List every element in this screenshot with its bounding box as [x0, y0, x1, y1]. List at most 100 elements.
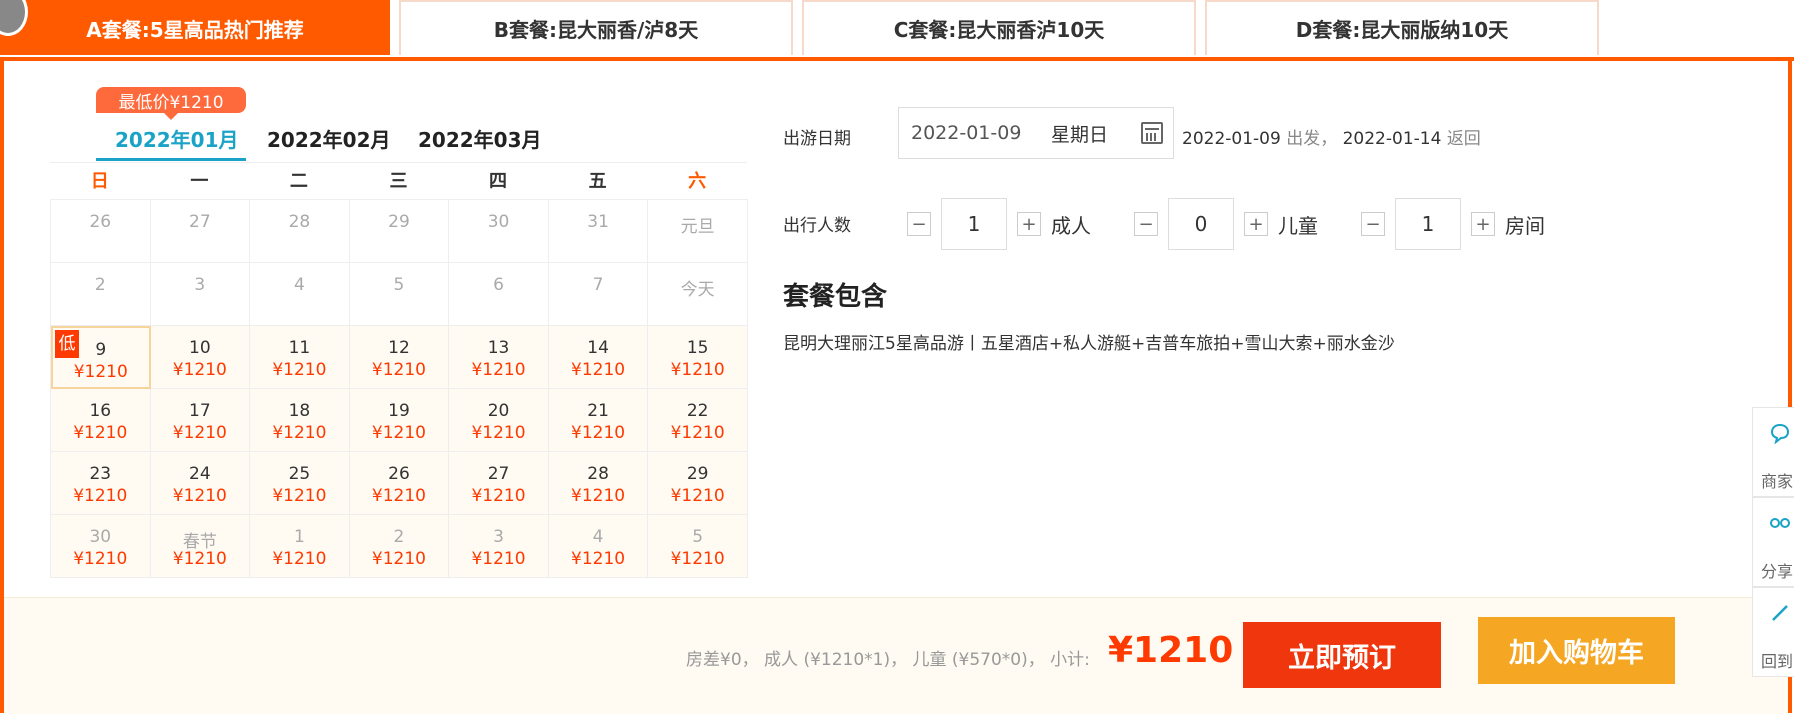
tab-package-d[interactable]: D套餐:昆大丽版纳10天 [1205, 0, 1599, 55]
calendar-day-cell[interactable]: 18 ¥1210 [250, 389, 350, 452]
adults-unit: 成人 [1051, 213, 1091, 238]
calendar-day-cell[interactable]: 11 ¥1210 [250, 326, 350, 389]
month-tab-mar[interactable]: 2022年03月 [418, 118, 542, 158]
add-to-cart-button[interactable]: 加入购物车 [1478, 617, 1675, 684]
rooms-plus-button[interactable]: + [1471, 212, 1495, 236]
side-tool-label: 回到 [1761, 652, 1794, 671]
side-tool-merchant[interactable]: 商家 [1752, 407, 1794, 497]
calendar-icon[interactable] [1141, 122, 1163, 144]
calendar-day-cell[interactable]: 21 ¥1210 [548, 389, 649, 452]
calendar-day-cell[interactable]: 4 ¥1210 [548, 515, 649, 578]
month-tab-jan[interactable]: 2022年01月 [115, 118, 239, 158]
calendar-day-price: ¥1210 [471, 486, 526, 506]
calendar-day-cell[interactable]: 20 ¥1210 [449, 389, 549, 452]
calendar-day-price: ¥1210 [471, 423, 526, 443]
calendar-day-cell[interactable]: 27 ¥1210 [449, 452, 549, 515]
calendar-day-price: ¥1210 [371, 486, 427, 506]
adults-minus-button[interactable]: − [907, 212, 931, 236]
travel-date-picker[interactable]: 2022-01-09 星期日 [898, 107, 1174, 159]
calendar-day-cell: 27 [150, 200, 251, 263]
tab-package-a[interactable]: A套餐:5星高品热门推荐 [0, 0, 390, 55]
adults-plus-button[interactable]: + [1017, 212, 1041, 236]
calendar-day-cell[interactable]: 2 ¥1210 [349, 515, 450, 578]
calendar-day-number: 30 [89, 527, 112, 547]
calendar-day-cell[interactable]: 5 ¥1210 [648, 515, 748, 578]
children-plus-button[interactable]: + [1244, 212, 1268, 236]
calendar-day-number: 31 [587, 212, 609, 232]
calendar-day-price: ¥1210 [172, 549, 227, 569]
calendar-day-number: 7 [592, 275, 604, 295]
calendar-week-row: 16 ¥1210 17 ¥1210 18 ¥1210 19 ¥1210 20 ¥1210 21 ¥12… [51, 389, 748, 452]
calendar-day-number: 5 [692, 527, 704, 547]
calendar-day-number: 6 [493, 275, 504, 295]
children-input[interactable]: 0 [1168, 198, 1234, 250]
month-tab-feb[interactable]: 2022年02月 [267, 118, 391, 158]
calendar-day-price: ¥1210 [73, 423, 128, 443]
calendar-day-cell[interactable]: 29 ¥1210 [648, 452, 748, 515]
calendar-day-price: ¥1210 [471, 549, 526, 569]
side-tool-top[interactable]: 回到 [1752, 587, 1794, 677]
tab-package-c[interactable]: C套餐:昆大丽香泸10天 [802, 0, 1196, 55]
calendar-day-cell[interactable]: 30 ¥1210 [51, 515, 151, 578]
calendar-day-price: ¥1210 [571, 486, 626, 506]
calendar-day-cell: 26 [51, 200, 151, 263]
calendar-day-cell[interactable]: 春节 ¥1210 [150, 515, 251, 578]
children-unit: 儿童 [1278, 213, 1318, 238]
calendar-day-cell[interactable]: 17 ¥1210 [150, 389, 251, 452]
calendar-day-price: ¥1210 [371, 423, 427, 443]
calendar-day-number: 16 [89, 401, 112, 421]
tab-package-b[interactable]: B套餐:昆大丽香/泸8天 [399, 0, 793, 55]
calendar-day-cell[interactable]: 22 ¥1210 [648, 389, 748, 452]
calendar-day-number: 29 [388, 212, 410, 232]
calendar-day-price: ¥1210 [670, 423, 725, 443]
tab-label: A套餐:5星高品热门推荐 [86, 18, 304, 42]
calendar-day-number: 10 [189, 338, 211, 358]
calendar-day-number: 26 [89, 212, 112, 232]
calendar-day-cell[interactable]: 1 ¥1210 [250, 515, 350, 578]
depart-date: 2022-01-09 [1182, 129, 1281, 149]
calendar-day-cell[interactable]: 25 ¥1210 [250, 452, 350, 515]
calendar-day-price: ¥1210 [172, 360, 227, 380]
calendar-day-cell[interactable]: 9 ¥1210 低 [51, 326, 151, 389]
calendar-day-cell[interactable]: 13 ¥1210 [449, 326, 549, 389]
weekday-tue: 二 [289, 171, 308, 192]
calendar-day-cell: 今天 [648, 263, 748, 326]
calendar-day-price: ¥1210 [471, 360, 526, 380]
calendar-day-cell[interactable]: 3 ¥1210 [449, 515, 549, 578]
book-now-button[interactable]: 立即预订 [1243, 622, 1441, 688]
children-minus-button[interactable]: − [1134, 212, 1158, 236]
calendar-day-cell[interactable]: 10 ¥1210 [150, 326, 251, 389]
calendar-day-cell[interactable]: 12 ¥1210 [349, 326, 450, 389]
children-stepper: − 0 + 儿童 [1134, 198, 1318, 250]
adults-input[interactable]: 1 [941, 198, 1007, 250]
calendar-grid: 26 27 28 29 30 31 元旦 2 3 4 5 6 7 今天 9 ¥1210 低 10 ¥1210 11 ¥1… [50, 199, 748, 578]
calendar-day-cell[interactable]: 26 ¥1210 [349, 452, 450, 515]
weekday-fri: 五 [588, 171, 607, 192]
package-description: 昆明大理丽江5星高品游丨五星酒店+私人游艇+吉普车旅拍+雪山大索+丽水金沙 [783, 334, 1395, 354]
calendar-day-price: ¥1210 [371, 549, 427, 569]
calendar-day-cell[interactable]: 15 ¥1210 [648, 326, 748, 389]
calendar-day-number: 4 [293, 275, 305, 295]
calendar-day-number: 5 [393, 275, 405, 295]
calendar-day-number: 18 [288, 401, 311, 421]
calendar-day-price: ¥1210 [272, 549, 327, 569]
calendar-day-number: 15 [686, 338, 709, 358]
calendar-day-cell: 元旦 [648, 200, 748, 263]
calendar-day-cell[interactable]: 16 ¥1210 [51, 389, 151, 452]
calendar-day-price: ¥1210 [670, 360, 725, 380]
calendar-day-number: 20 [487, 401, 510, 421]
rooms-stepper: − 1 + 房间 [1361, 198, 1545, 250]
calendar-day-cell: 28 [250, 200, 350, 263]
rooms-minus-button[interactable]: − [1361, 212, 1385, 236]
calendar-day-cell[interactable]: 19 ¥1210 [349, 389, 450, 452]
subtotal-price: ¥1210 [1108, 630, 1234, 671]
calendar-day-cell: 3 [150, 263, 251, 326]
side-tool-share[interactable]: 分享 [1752, 497, 1794, 587]
calendar-day-cell[interactable]: 14 ¥1210 [548, 326, 649, 389]
calendar-day-cell[interactable]: 24 ¥1210 [150, 452, 251, 515]
calendar-day-cell[interactable]: 23 ¥1210 [51, 452, 151, 515]
rooms-input[interactable]: 1 [1395, 198, 1461, 250]
calendar-day-number: 19 [388, 401, 410, 421]
calendar-day-number: 22 [686, 401, 709, 421]
calendar-day-cell[interactable]: 28 ¥1210 [548, 452, 649, 515]
